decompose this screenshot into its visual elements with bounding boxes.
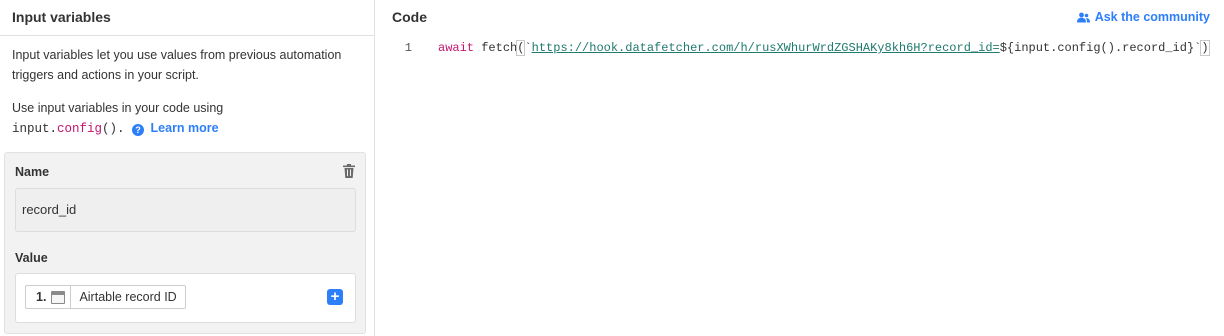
code-parens: (). bbox=[102, 122, 125, 136]
code-close-paren: ) bbox=[1200, 40, 1210, 56]
help-icon[interactable]: ? bbox=[132, 124, 145, 136]
token-step-number: 1. bbox=[36, 290, 47, 304]
learn-more-link[interactable]: Learn more bbox=[151, 121, 219, 135]
ask-community-label: Ask the community bbox=[1094, 10, 1210, 24]
input-variables-panel: Input variables Input variables let you … bbox=[0, 0, 375, 336]
code-title: Code bbox=[392, 9, 427, 25]
code-content[interactable]: await fetch(`https://hook.datafetcher.co… bbox=[438, 40, 1210, 56]
code-config: config bbox=[57, 122, 103, 136]
usage-text: Use input variables in your code using bbox=[12, 101, 224, 115]
name-label: Name bbox=[15, 165, 50, 179]
code-interpolation: ${input.config().record_id} bbox=[999, 41, 1195, 55]
trash-icon[interactable] bbox=[343, 164, 355, 178]
value-label: Value bbox=[15, 251, 48, 265]
code-line[interactable]: 1 await fetch(`https://hook.datafetcher.… bbox=[376, 40, 1224, 58]
input-variable-card: Name record_id Value 1. Airtable record … bbox=[4, 152, 366, 334]
variable-value-field[interactable]: 1. Airtable record ID + bbox=[15, 273, 356, 323]
add-value-button[interactable]: + bbox=[327, 289, 343, 305]
code-backtick-open: ` bbox=[524, 41, 532, 55]
variable-name-input[interactable]: record_id bbox=[15, 188, 356, 232]
ask-community-link[interactable]: Ask the community bbox=[1076, 10, 1210, 24]
token-step: 1. bbox=[26, 286, 72, 308]
input-variables-title: Input variables bbox=[12, 9, 111, 25]
code-function: fetch bbox=[474, 41, 518, 55]
line-number: 1 bbox=[404, 41, 412, 55]
code-input: input bbox=[12, 122, 50, 136]
code-panel: Code Ask the community 1 await fetch(`ht… bbox=[376, 0, 1224, 336]
airtable-record-id-token[interactable]: 1. Airtable record ID bbox=[25, 285, 186, 309]
input-variables-usage: Use input variables in your code using i… bbox=[12, 98, 352, 139]
code-keyword: await bbox=[438, 41, 475, 55]
input-variables-header: Input variables bbox=[0, 0, 374, 36]
code-dot: . bbox=[49, 122, 58, 136]
community-icon bbox=[1076, 12, 1090, 22]
input-variables-description: Input variables let you use values from … bbox=[12, 48, 342, 82]
code-url: https://hook.datafetcher.com/h/rusXWhurW… bbox=[531, 41, 1000, 55]
token-label: Airtable record ID bbox=[79, 290, 177, 304]
code-header: Code Ask the community bbox=[376, 0, 1224, 36]
table-icon bbox=[51, 290, 66, 304]
